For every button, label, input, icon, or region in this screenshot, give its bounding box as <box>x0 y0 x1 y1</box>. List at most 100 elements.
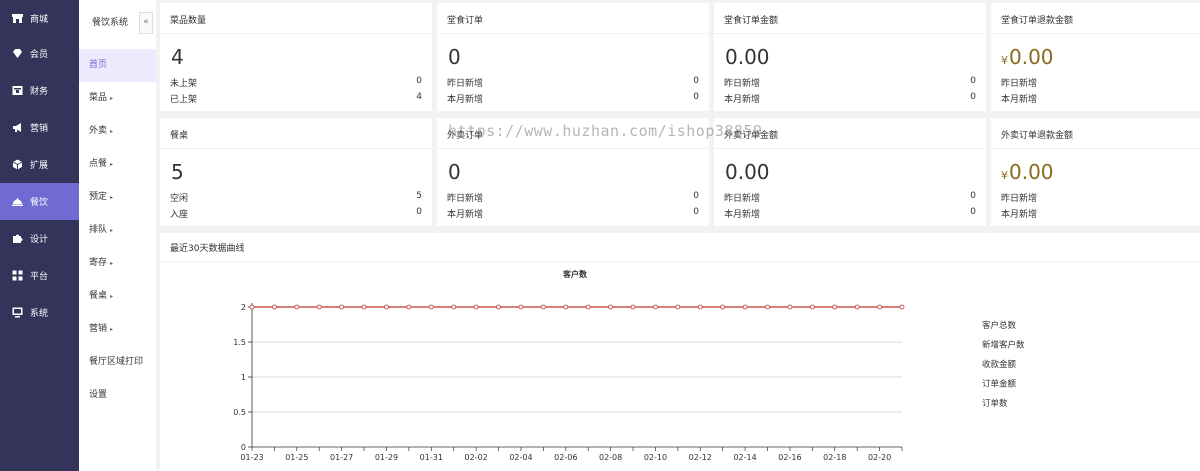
sidebar-item-member[interactable]: 会员 <box>0 35 79 72</box>
data-point <box>540 304 546 310</box>
data-point <box>675 304 681 310</box>
submenu-item-takeout[interactable]: 外卖 ▸ <box>79 115 156 148</box>
sidebar-item-label: 财务 <box>30 87 49 97</box>
data-point <box>854 304 860 310</box>
sidebar-item-platform[interactable]: 平台 <box>0 257 79 294</box>
submenu-item-tables[interactable]: 餐桌 ▸ <box>79 280 156 313</box>
legend-item: 订单金额 <box>982 379 1017 390</box>
data-point <box>787 304 793 310</box>
divider <box>714 148 986 149</box>
data-point <box>899 304 905 310</box>
sidebar-item-catering[interactable]: 餐饮 <box>0 183 79 220</box>
sidebar-item-extension[interactable]: 扩展 <box>0 146 79 183</box>
card-value: ¥0.00 <box>1001 45 1054 69</box>
sidebar-item-marketing[interactable]: 营销 <box>0 109 79 146</box>
collapse-menu-button[interactable]: « <box>139 12 153 34</box>
card-stat-row: 已上架 4 <box>170 92 422 105</box>
finance-icon <box>12 85 23 96</box>
card-title: 堂食订单金额 <box>724 16 779 26</box>
submenu-item-label: 预定 <box>89 192 108 202</box>
x-tick-label: 02-02 <box>465 453 488 462</box>
data-point <box>832 304 838 310</box>
submenu-item-home[interactable]: 首页 <box>79 49 156 82</box>
x-tick-label: 02-08 <box>599 453 622 462</box>
submenu-item-storage[interactable]: 寄存 ▸ <box>79 247 156 280</box>
caret-right-icon: ▸ <box>110 227 114 234</box>
data-point <box>428 304 434 310</box>
card-title: 外卖订单退款金额 <box>1001 131 1074 141</box>
grid-icon <box>12 270 23 281</box>
data-point <box>877 304 882 310</box>
submenu-item-reservation[interactable]: 预定 ▸ <box>79 181 156 214</box>
submenu-item-dishes[interactable]: 菜品 ▸ <box>79 82 156 115</box>
row-label: 本月新增 <box>1001 210 1038 220</box>
submenu-item-label: 设置 <box>89 390 108 400</box>
submenu-item-ordering[interactable]: 点餐 ▸ <box>79 148 156 181</box>
row-label: 本月新增 <box>724 210 761 220</box>
divider <box>991 148 1200 149</box>
card-value-number: 5 <box>171 160 184 184</box>
legend-item: 客户总数 <box>982 320 1017 331</box>
chart-panel: 最近30天数据曲线 客户数 0 0.5 1 1.5 2 01-23 01-25 01-27 01-… <box>160 233 1200 471</box>
row-label: 昨日新增 <box>447 194 484 204</box>
sidebar-item-store[interactable]: 商城 <box>0 0 79 37</box>
data-point <box>294 304 300 310</box>
sidebar-item-design[interactable]: 设计 <box>0 220 79 257</box>
sidebar-item-label: 平台 <box>30 272 49 282</box>
sidebar-item-system[interactable]: 系统 <box>0 294 79 331</box>
data-point <box>249 304 255 310</box>
card-stat-row: 昨日新增 <box>1001 76 1190 89</box>
legend-item: 收款金额 <box>982 359 1017 370</box>
row-label: 未上架 <box>170 79 198 89</box>
card-stat-row: 昨日新增 0 <box>447 191 699 204</box>
submenu-item-area-print[interactable]: 餐厅区域打印 <box>79 346 156 379</box>
row-label: 本月新增 <box>447 210 484 220</box>
submenu-item-label: 菜品 <box>89 93 108 103</box>
sidebar-item-finance[interactable]: 财务 <box>0 72 79 109</box>
x-tick-label: 02-04 <box>509 453 532 462</box>
data-point <box>765 304 770 310</box>
row-value: 0 <box>970 76 976 86</box>
card-stat-row: 未上架 0 <box>170 76 422 89</box>
x-tick-label: 02-18 <box>823 453 846 462</box>
x-tick-label: 02-20 <box>868 453 891 462</box>
stat-card-tables: 餐桌 5 空闲 5 入座 0 <box>160 118 432 226</box>
data-point <box>316 304 322 310</box>
divider <box>714 33 986 34</box>
row-label: 昨日新增 <box>447 79 484 89</box>
dish-cover-icon <box>12 196 23 207</box>
x-tick-label: 02-14 <box>733 453 756 462</box>
card-value-number: 0.00 <box>725 45 770 69</box>
sidebar-item-label: 会员 <box>30 50 49 60</box>
data-point <box>630 304 636 310</box>
submenu-item-queue[interactable]: 排队 ▸ <box>79 214 156 247</box>
data-point <box>496 304 501 310</box>
data-point <box>518 304 524 310</box>
card-stat-row: 本月新增 0 <box>447 207 699 220</box>
row-value: 4 <box>416 92 422 102</box>
monitor-icon <box>12 307 23 318</box>
caret-right-icon: ▸ <box>110 293 114 300</box>
sidebar-item-label: 设计 <box>30 235 49 245</box>
caret-right-icon: ▸ <box>110 260 114 267</box>
legend-item: 新增客户数 <box>982 340 1025 351</box>
x-tick-label: 01-27 <box>330 453 353 462</box>
data-point <box>451 304 457 310</box>
row-value: 0 <box>970 207 976 217</box>
row-label: 入座 <box>170 210 189 220</box>
member-icon <box>12 48 23 59</box>
card-value-number: 4 <box>171 45 184 69</box>
submenu-item-marketing[interactable]: 营销 ▸ <box>79 313 156 346</box>
chart-title: 客户数 <box>562 269 588 279</box>
card-value: 0.00 <box>724 45 770 69</box>
card-value-number: 0 <box>448 45 461 69</box>
card-value: 5 <box>170 160 184 184</box>
row-value: 0 <box>416 76 422 86</box>
submenu-item-settings[interactable]: 设置 <box>79 379 156 412</box>
data-point <box>563 304 569 310</box>
stat-card-dish-count: 菜品数量 4 未上架 0 已上架 4 <box>160 3 432 111</box>
stat-card-dinein-amount: 堂食订单金额 0.00 昨日新增 0 本月新增 0 <box>714 3 986 111</box>
currency-symbol: ¥ <box>1001 54 1008 67</box>
row-value: 0 <box>970 92 976 102</box>
submenu-item-label: 排队 <box>89 225 108 235</box>
